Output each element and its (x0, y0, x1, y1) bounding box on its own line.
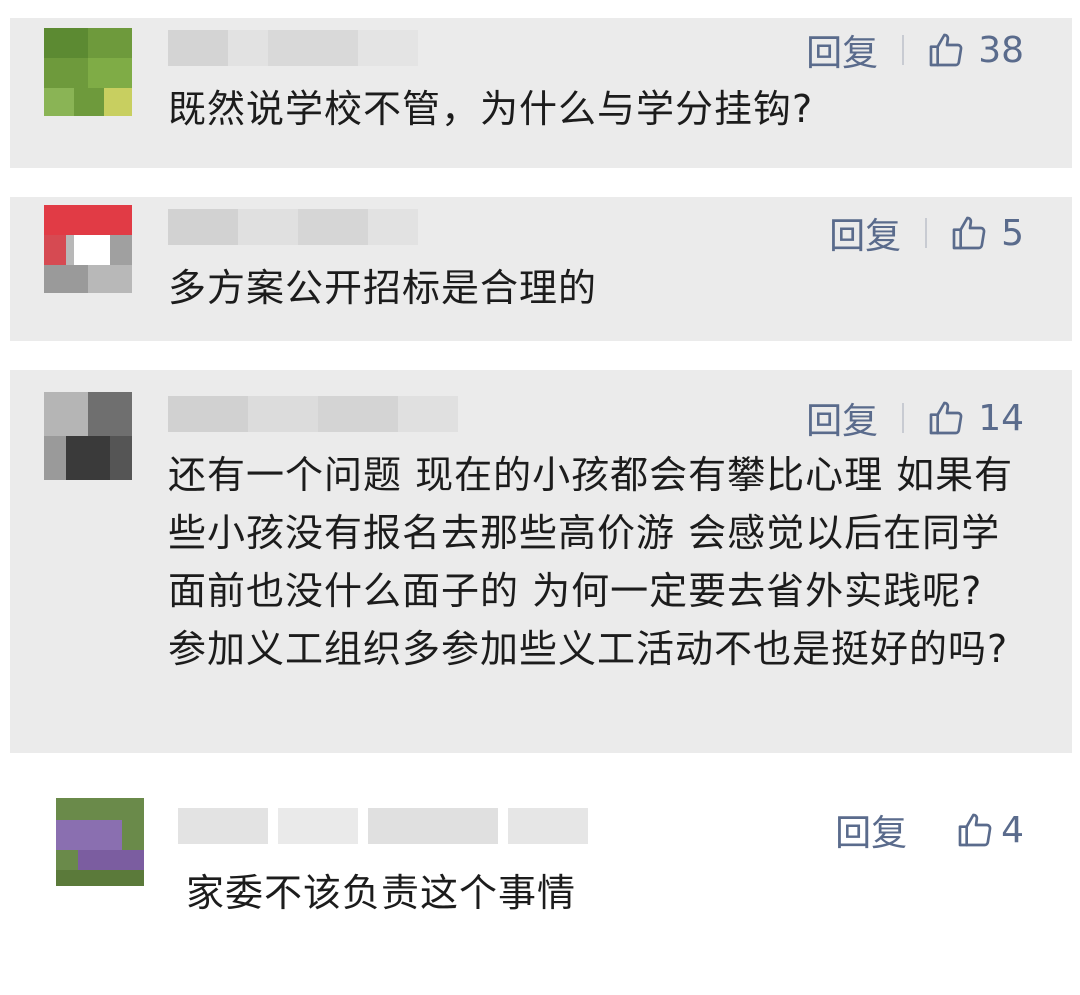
reply-button[interactable]: 回复 (829, 207, 901, 259)
divider (902, 403, 905, 433)
like-button[interactable]: 38 (926, 30, 1024, 71)
avatar[interactable] (44, 28, 132, 116)
username-blurred[interactable] (168, 209, 418, 245)
divider (902, 35, 905, 65)
username-blurred[interactable] (178, 808, 588, 844)
avatar[interactable] (56, 798, 144, 886)
comment-item: 回复 5 多方案公开招标是合理的 (10, 197, 1072, 341)
comment-actions: 回复 38 (806, 24, 1024, 76)
comment-item: 回复 38 既然说学校不管，为什么与学分挂钩? (10, 18, 1072, 168)
comment-item: 回复 4 家委不该负责这个事情 (10, 782, 1072, 942)
reply-button[interactable]: 回复 (806, 24, 878, 76)
like-count: 38 (978, 29, 1024, 71)
thumbs-up-icon (929, 401, 963, 435)
like-button[interactable]: 14 (926, 398, 1024, 439)
reply-button[interactable]: 回复 (806, 392, 878, 444)
divider (931, 815, 933, 845)
comment-actions: 回复 4 (835, 804, 1024, 856)
thumbs-up-icon (952, 216, 986, 250)
like-button[interactable]: 5 (949, 213, 1024, 254)
username-blurred[interactable] (168, 396, 458, 432)
avatar[interactable] (44, 392, 132, 480)
comment-list: 回复 38 既然说学校不管，为什么与学分挂钩? 回复 5 多方案公开招标是合理的… (0, 0, 1080, 995)
comment-text: 既然说学校不管，为什么与学分挂钩? (168, 87, 814, 131)
like-count: 4 (1001, 809, 1024, 851)
comment-actions: 回复 5 (829, 207, 1024, 259)
comment-text: 还有一个问题 现在的小孩都会有攀比心理 如果有些小孩没有报名去那些高价游 会感觉… (168, 453, 1014, 671)
reply-button[interactable]: 回复 (835, 804, 907, 856)
like-button[interactable]: 4 (955, 810, 1024, 851)
thumbs-up-icon (958, 813, 992, 847)
thumbs-up-icon (929, 33, 963, 67)
comment-actions: 回复 14 (806, 392, 1024, 444)
comment-item: 回复 14 还有一个问题 现在的小孩都会有攀比心理 如果有些小孩没有报名去那些高… (10, 370, 1072, 753)
username-blurred[interactable] (168, 30, 418, 66)
divider (925, 218, 928, 248)
like-count: 5 (1001, 212, 1024, 254)
like-count: 14 (978, 397, 1024, 439)
comment-text: 多方案公开招标是合理的 (168, 266, 598, 310)
avatar[interactable] (44, 205, 132, 293)
comment-text: 家委不该负责这个事情 (186, 871, 577, 915)
